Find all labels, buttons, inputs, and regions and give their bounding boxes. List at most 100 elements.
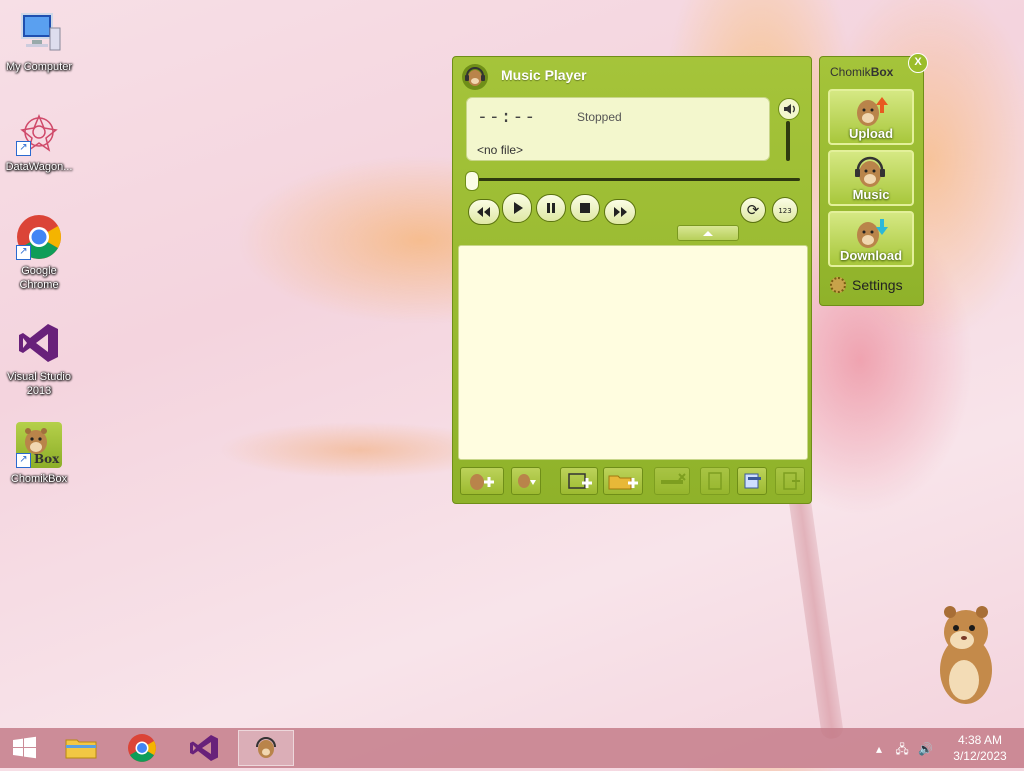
playback-status: Stopped — [577, 110, 622, 124]
save-playlist-icon — [744, 473, 761, 489]
chrome-icon: ↗ — [16, 214, 62, 260]
add-folder-button[interactable] — [560, 467, 598, 495]
volume-button[interactable] — [778, 98, 800, 120]
seek-handle[interactable] — [465, 171, 479, 191]
add-playlist-icon — [518, 474, 536, 488]
rewind-button[interactable] — [468, 199, 500, 225]
start-button[interactable] — [4, 730, 44, 766]
music-button[interactable]: Music — [828, 150, 914, 206]
upload-label: Upload — [848, 126, 894, 141]
repeat-icon: ⟳ — [747, 201, 760, 219]
add-file-button[interactable] — [460, 467, 504, 495]
now-playing-display: --:-- Stopped <no file> — [466, 97, 770, 161]
close-button[interactable]: X — [908, 53, 928, 73]
desktop-icon-chomikbox[interactable]: Box ↗ ChomikBox — [2, 422, 76, 486]
speaker-icon — [784, 104, 795, 114]
remove-icon — [661, 473, 686, 484]
shortcut-arrow-icon: ↗ — [16, 453, 31, 468]
title-bold: Box — [870, 65, 894, 79]
add-playlist-button[interactable] — [511, 467, 541, 495]
music-player-window[interactable]: Music Player --:-- Stopped <no file> ⟳ 1… — [452, 56, 812, 504]
system-tray: ▴ 🖧 🔊 — [876, 740, 933, 761]
rewind-icon — [477, 207, 490, 217]
hamster-headphones-icon — [461, 63, 489, 91]
save-playlist-button[interactable] — [737, 467, 767, 495]
shuffle-glyph: 123 — [778, 207, 791, 215]
show-hidden-icons-icon[interactable]: ▴ — [876, 742, 882, 756]
desktop-icon-visual-studio[interactable]: Visual Studio 2013 — [2, 320, 76, 398]
settings-button[interactable]: Settings — [830, 277, 903, 293]
stop-icon — [580, 203, 590, 213]
fast-forward-button[interactable] — [604, 199, 636, 225]
taskbar-file-explorer[interactable] — [53, 730, 109, 766]
seek-bar[interactable] — [468, 178, 800, 181]
file-explorer-icon — [65, 739, 97, 759]
hamster-mascot[interactable] — [926, 600, 1006, 710]
desktop-icon-label: Google Chrome — [19, 265, 59, 291]
download-label: Download — [839, 248, 903, 263]
desktop-icon-label: My Computer — [5, 61, 73, 73]
repeat-button[interactable]: ⟳ — [740, 197, 766, 223]
add-directory-icon — [608, 475, 638, 490]
desktop-icon-label: Visual Studio 2013 — [6, 371, 71, 397]
fast-forward-icon — [614, 207, 627, 217]
volume-icon[interactable]: 🔊 — [918, 742, 933, 756]
export-icon — [783, 472, 800, 490]
player-title: Music Player — [501, 67, 587, 83]
remove-button[interactable] — [654, 467, 690, 495]
download-button[interactable]: Download — [828, 211, 914, 267]
chevron-up-icon — [703, 231, 713, 236]
pause-icon — [547, 203, 555, 213]
hamster-download-icon — [857, 219, 888, 248]
add-directory-button[interactable] — [603, 467, 643, 495]
chomikbox-icon — [256, 737, 276, 758]
shuffle-icon: 123 — [778, 207, 791, 215]
chomikbox-icon: Box ↗ — [16, 422, 62, 468]
desktop-icon-datawagon[interactable]: ↗ DataWagon... — [2, 110, 76, 174]
gear-icon — [830, 277, 846, 293]
chomikbox-title: ChomikBox — [830, 65, 893, 79]
chrome-icon — [128, 734, 156, 762]
desktop-icon-my-computer[interactable]: My Computer — [2, 10, 76, 74]
visual-studio-icon — [16, 320, 62, 366]
taskbar-chomikbox[interactable] — [238, 730, 294, 766]
visual-studio-icon — [190, 735, 218, 761]
add-file-icon — [470, 474, 494, 490]
hamster-upload-icon — [857, 97, 888, 126]
playlist-area[interactable] — [458, 245, 808, 460]
chomikbox-panel[interactable]: ChomikBox X Upload Music Download Settin… — [819, 53, 928, 306]
chomikbox-badge: Box — [34, 452, 60, 466]
playlist-toggle-button[interactable] — [677, 225, 739, 241]
volume-slider[interactable] — [786, 121, 790, 161]
taskbar-visual-studio[interactable] — [176, 730, 232, 766]
export-button[interactable] — [775, 467, 805, 495]
windows-logo-icon — [13, 736, 36, 759]
stop-button[interactable] — [570, 194, 600, 222]
clock[interactable]: 4:38 AM 3/12/2023 — [944, 732, 1016, 764]
clock-time: 4:38 AM — [957, 733, 1003, 747]
add-folder-icon — [568, 473, 592, 489]
music-label: Music — [852, 187, 890, 202]
shuffle-button[interactable]: 123 — [772, 197, 798, 223]
datawagon-icon: ↗ — [16, 110, 62, 156]
desktop-icon-google-chrome[interactable]: ↗ Google Chrome — [2, 214, 76, 292]
time-readout: --:-- — [477, 106, 537, 127]
network-icon[interactable]: 🖧 — [895, 742, 908, 756]
taskbar-chrome[interactable] — [114, 730, 170, 766]
shortcut-arrow-icon: ↗ — [16, 141, 31, 156]
new-playlist-icon — [708, 472, 722, 490]
desktop-icon-label: DataWagon... — [5, 161, 73, 173]
settings-label: Settings — [852, 277, 903, 293]
desktop-icon-label: ChomikBox — [10, 473, 68, 485]
taskbar: ▴ 🖧 🔊 4:38 AM 3/12/2023 — [0, 728, 1024, 768]
hamster-headphones-icon — [855, 156, 885, 187]
title-prefix: Chomik — [830, 65, 871, 79]
repeat-glyph: ⟳ — [747, 201, 760, 219]
play-button[interactable] — [502, 193, 532, 223]
clock-date: 3/12/2023 — [953, 749, 1007, 763]
pause-button[interactable] — [536, 194, 566, 222]
shortcut-arrow-icon: ↗ — [16, 245, 31, 260]
current-file-name: <no file> — [477, 143, 524, 157]
new-playlist-button[interactable] — [700, 467, 730, 495]
upload-button[interactable]: Upload — [828, 89, 914, 145]
